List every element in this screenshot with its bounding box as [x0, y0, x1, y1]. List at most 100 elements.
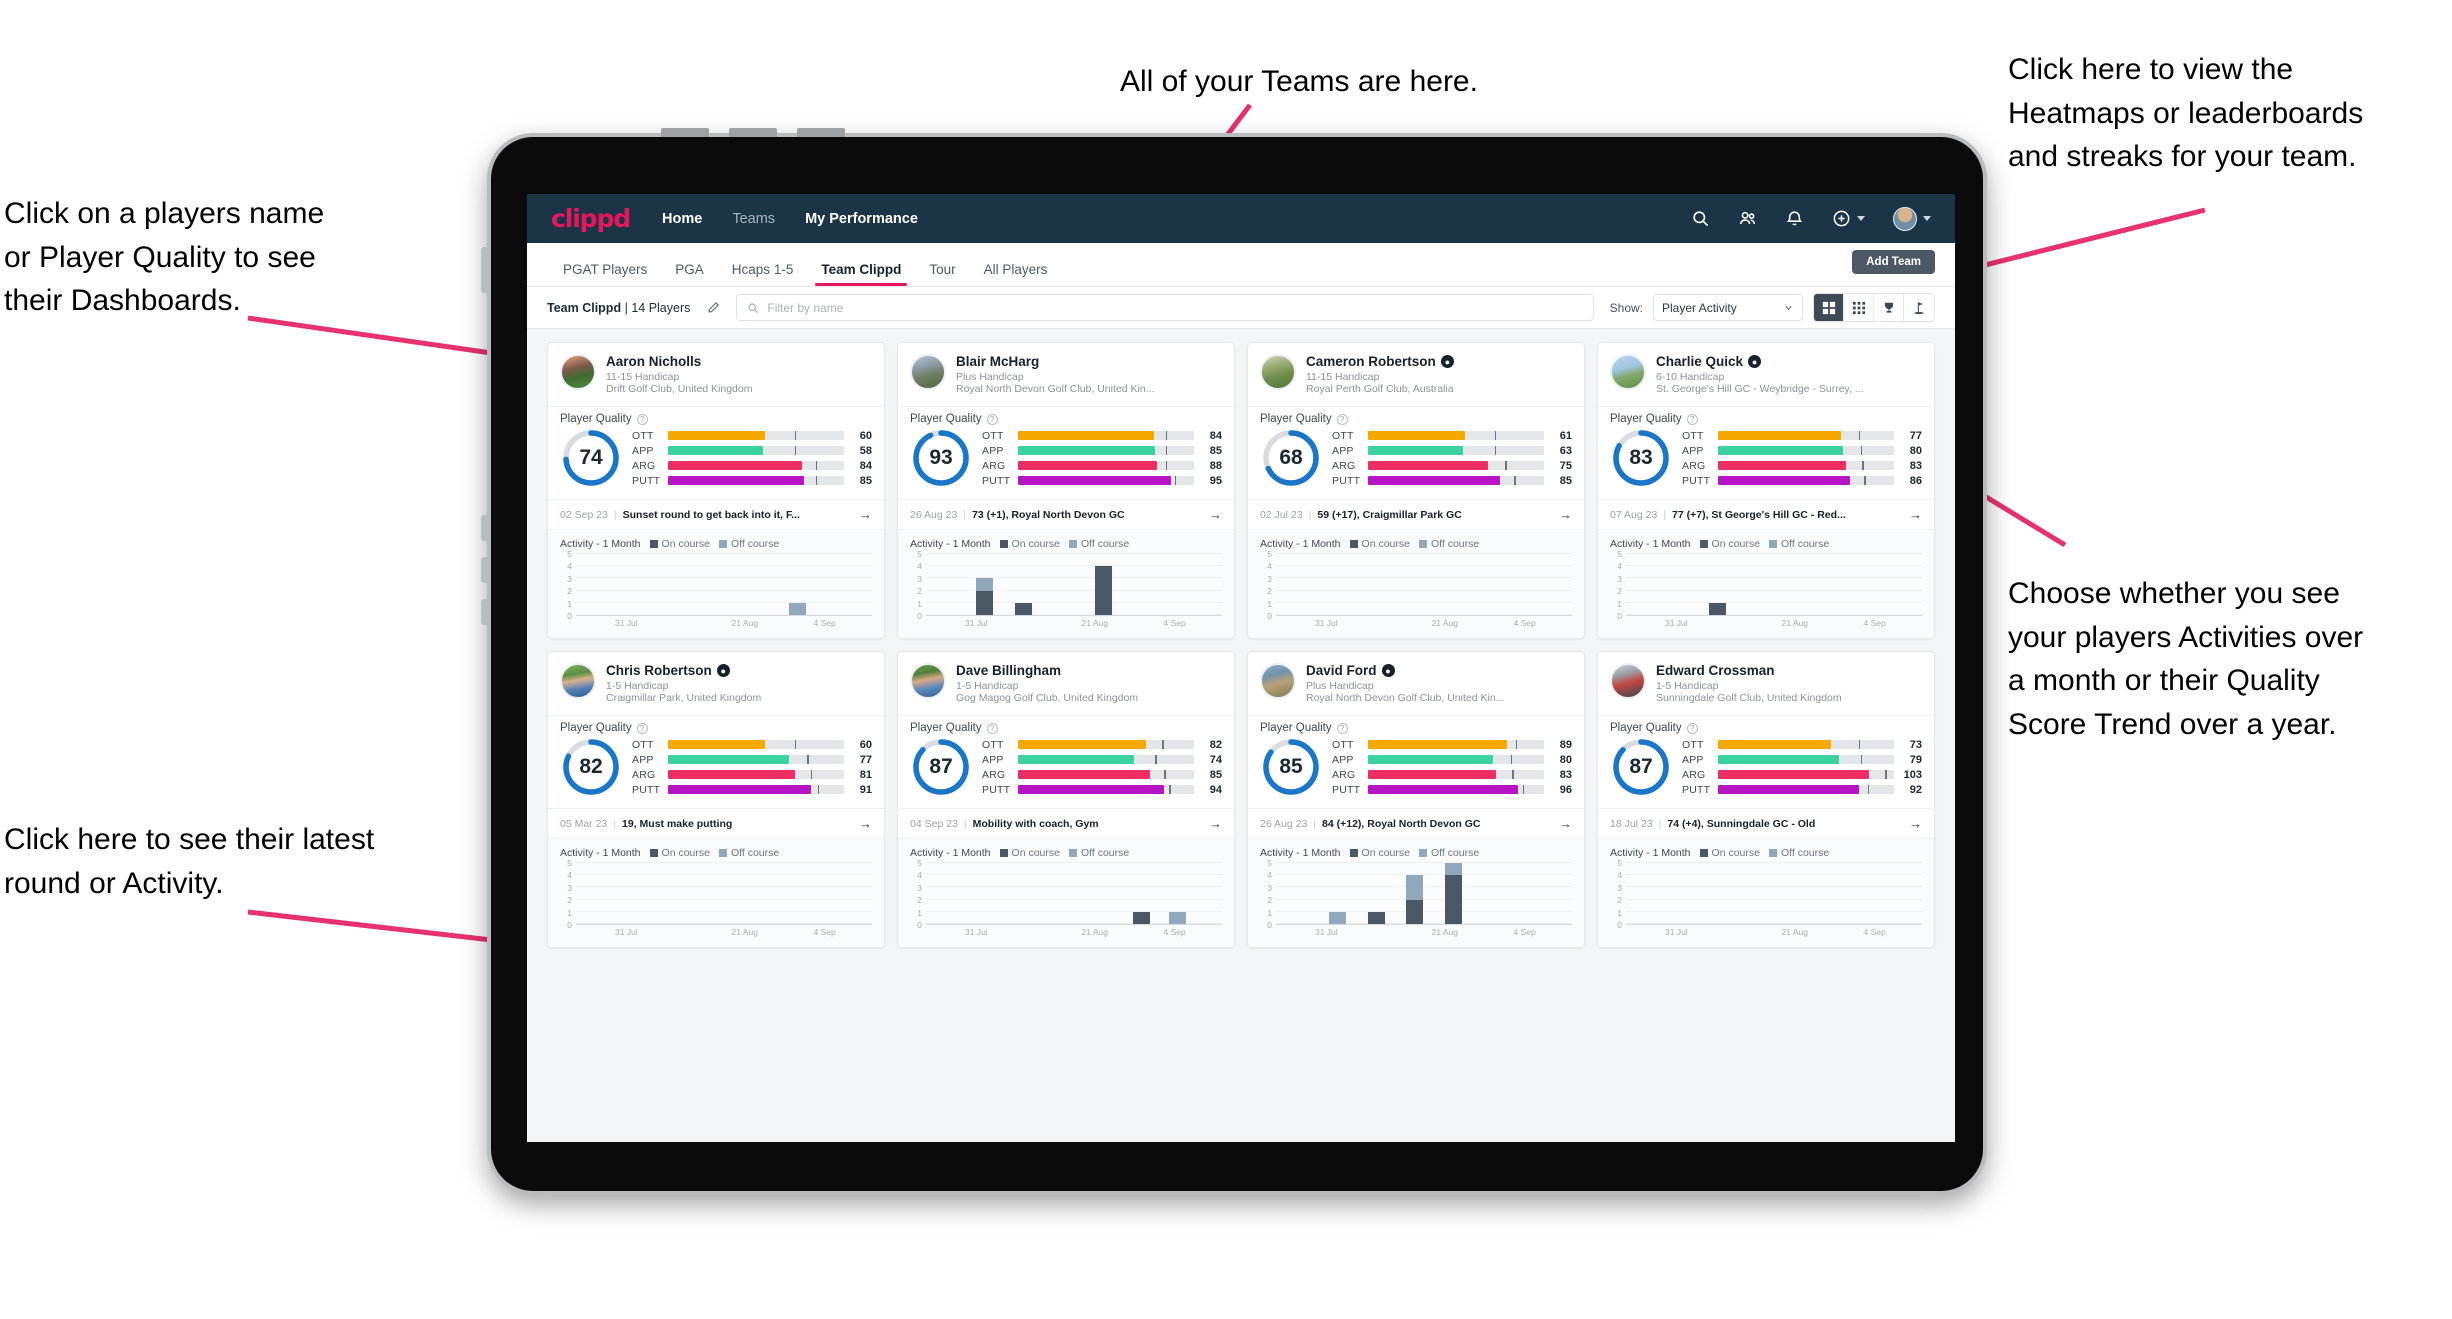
activity-chart: 0 12 34 5 31 Jul 21 Aug 4 Sep: [910, 549, 1222, 628]
arrow-right-icon[interactable]: →: [1909, 507, 1922, 522]
player-card-header[interactable]: Chris Robertson ● 1-5 Handicap Craigmill…: [548, 652, 884, 715]
player-card[interactable]: Charlie Quick ● 6-10 Handicap St. George…: [1597, 342, 1935, 639]
latest-round-row[interactable]: 07 Aug 23 | 77 (+7), St George's Hill GC…: [1598, 499, 1934, 529]
tab-pgat-players[interactable]: PGAT Players: [549, 262, 661, 286]
player-quality-body: 87 OTT 73 APP 79 ARG 103 PUTT 92: [1610, 736, 1922, 798]
tab-pga[interactable]: PGA: [661, 262, 718, 286]
player-quality-section[interactable]: Player Quality ? 83 OTT 77 APP 80 ARG 83…: [1598, 406, 1934, 499]
player-card-header[interactable]: Aaron Nicholls 11-15 Handicap Drift Golf…: [548, 343, 884, 406]
annotation-player-name: Click on a players name or Player Qualit…: [4, 197, 325, 317]
player-card-header[interactable]: Charlie Quick ● 6-10 Handicap St. George…: [1598, 343, 1934, 406]
metric-value: 77: [1909, 429, 1922, 442]
latest-round-row[interactable]: 26 Aug 23 | 84 (+12), Royal North Devon …: [1248, 808, 1584, 838]
player-quality-section[interactable]: Player Quality ? 93 OTT 84 APP 85 ARG 88…: [898, 406, 1234, 499]
help-icon[interactable]: ?: [636, 413, 648, 425]
player-name[interactable]: Blair McHarg: [956, 354, 1154, 369]
activity-chart: 0 12 34 5 31 Jul 21 Aug 4 Sep: [910, 858, 1222, 937]
player-name[interactable]: Edward Crossman: [1656, 663, 1842, 678]
player-name[interactable]: Cameron Robertson ●: [1306, 354, 1454, 369]
help-icon[interactable]: ?: [1686, 722, 1698, 734]
metric-row: APP 85: [982, 445, 1222, 457]
player-name[interactable]: David Ford ●: [1306, 663, 1504, 678]
arrow-right-icon[interactable]: →: [859, 507, 872, 522]
help-icon[interactable]: ?: [986, 722, 998, 734]
clippd-logo[interactable]: clippd: [551, 204, 631, 233]
tab-team-clippd[interactable]: Team Clippd: [807, 262, 915, 286]
view-grid-2x2-button[interactable]: [1814, 294, 1844, 321]
latest-round-row[interactable]: 04 Sep 23 | Mobility with coach, Gym →: [898, 808, 1234, 838]
player-quality-section[interactable]: Player Quality ? 87 OTT 82 APP 74 ARG 85…: [898, 715, 1234, 808]
activity-section: Activity - 1 Month On course Off course …: [898, 838, 1234, 947]
arrow-right-icon[interactable]: →: [1209, 507, 1222, 522]
player-quality-section[interactable]: Player Quality ? 68 OTT 61 APP 63 ARG 75…: [1248, 406, 1584, 499]
latest-round-row[interactable]: 18 Jul 23 | 74 (+4), Sunningdale GC - Ol…: [1598, 808, 1934, 838]
help-icon[interactable]: ?: [986, 413, 998, 425]
player-club: Drift Golf Club, United Kingdom: [606, 383, 753, 395]
player-card[interactable]: Dave Billingham 1-5 Handicap Gog Magog G…: [897, 651, 1235, 948]
metric-label: OTT: [982, 429, 1004, 442]
latest-round-row[interactable]: 26 Aug 23 | 73 (+1), Royal North Devon G…: [898, 499, 1234, 529]
activity-header: Activity - 1 Month On course Off course: [560, 538, 872, 550]
arrow-right-icon[interactable]: →: [1209, 816, 1222, 831]
view-grid-3x3-button[interactable]: [1844, 294, 1874, 321]
search-icon[interactable]: [1691, 209, 1710, 228]
search-input[interactable]: Filter by name: [736, 294, 1594, 321]
help-icon[interactable]: ?: [1336, 722, 1348, 734]
plus-circle-menu[interactable]: [1832, 209, 1865, 228]
latest-round-row[interactable]: 02 Jul 23 | 59 (+17), Craigmillar Park G…: [1248, 499, 1584, 529]
player-card-header[interactable]: Blair McHarg Plus Handicap Royal North D…: [898, 343, 1234, 406]
player-card[interactable]: Aaron Nicholls 11-15 Handicap Drift Golf…: [547, 342, 885, 639]
player-name[interactable]: Aaron Nicholls: [606, 354, 752, 369]
help-icon[interactable]: ?: [1686, 413, 1698, 425]
player-quality-section[interactable]: Player Quality ? 85 OTT 89 APP 80 ARG 83…: [1248, 715, 1584, 808]
metric-value: 73: [1909, 738, 1922, 751]
legend-on-course: On course: [1699, 538, 1760, 550]
arrow-right-icon[interactable]: →: [1909, 816, 1922, 831]
player-quality-section[interactable]: Player Quality ? 74 OTT 60 APP 58 ARG 84…: [548, 406, 884, 499]
player-card-header[interactable]: Edward Crossman 1-5 Handicap Sunningdale…: [1598, 652, 1934, 715]
view-heatmap-button[interactable]: [1904, 294, 1934, 321]
latest-separator: |: [1658, 817, 1662, 830]
arrow-right-icon[interactable]: →: [1559, 507, 1572, 522]
player-quality-section[interactable]: Player Quality ? 87 OTT 73 APP 79 ARG 10…: [1598, 715, 1934, 808]
player-card-header[interactable]: David Ford ● Plus Handicap Royal North D…: [1248, 652, 1584, 715]
latest-round-row[interactable]: 05 Mar 23 | 19, Must make putting →: [548, 808, 884, 838]
view-leaderboard-button[interactable]: [1874, 294, 1904, 321]
nav-link-my-performance[interactable]: My Performance: [805, 211, 918, 227]
nav-link-teams[interactable]: Teams: [732, 211, 775, 227]
player-card[interactable]: Cameron Robertson ● 11-15 Handicap Royal…: [1247, 342, 1585, 639]
player-name[interactable]: Charlie Quick ●: [1656, 354, 1864, 369]
player-card[interactable]: Edward Crossman 1-5 Handicap Sunningdale…: [1597, 651, 1935, 948]
tab-hcaps-1-5[interactable]: Hcaps 1-5: [718, 262, 808, 286]
metric-bar: [668, 785, 844, 794]
bell-icon[interactable]: [1785, 209, 1804, 228]
y-axis-tick: 1: [917, 598, 922, 609]
arrow-right-icon[interactable]: →: [1559, 816, 1572, 831]
player-quality-section[interactable]: Player Quality ? 82 OTT 60 APP 77 ARG 81…: [548, 715, 884, 808]
edit-team-button[interactable]: [700, 295, 726, 321]
help-icon[interactable]: ?: [1336, 413, 1348, 425]
tab-tour[interactable]: Tour: [915, 262, 969, 286]
activity-bar: [1014, 602, 1032, 615]
player-name[interactable]: Chris Robertson ●: [606, 663, 761, 678]
player-card-header[interactable]: Cameron Robertson ● 11-15 Handicap Royal…: [1248, 343, 1584, 406]
tab-all-players[interactable]: All Players: [970, 262, 1062, 286]
nav-link-home[interactable]: Home: [662, 211, 702, 227]
player-card[interactable]: David Ford ● Plus Handicap Royal North D…: [1247, 651, 1585, 948]
metric-label: APP: [632, 444, 654, 457]
account-menu[interactable]: [1893, 206, 1931, 231]
arrow-right-icon[interactable]: →: [859, 816, 872, 831]
x-axis-tick: 21 Aug: [731, 618, 758, 628]
show-select[interactable]: Player Activity: [1653, 294, 1803, 321]
player-name[interactable]: Dave Billingham: [956, 663, 1138, 678]
quality-score: 83: [1629, 446, 1653, 469]
latest-round-row[interactable]: 02 Sep 23 | Sunset round to get back int…: [548, 499, 884, 529]
legend-off-course: Off course: [1768, 847, 1829, 859]
metric-bar: [1718, 461, 1894, 470]
player-card[interactable]: Blair McHarg Plus Handicap Royal North D…: [897, 342, 1235, 639]
people-icon[interactable]: [1738, 209, 1757, 228]
add-team-button[interactable]: Add Team: [1852, 250, 1935, 274]
player-card-header[interactable]: Dave Billingham 1-5 Handicap Gog Magog G…: [898, 652, 1234, 715]
help-icon[interactable]: ?: [636, 722, 648, 734]
player-card[interactable]: Chris Robertson ● 1-5 Handicap Craigmill…: [547, 651, 885, 948]
